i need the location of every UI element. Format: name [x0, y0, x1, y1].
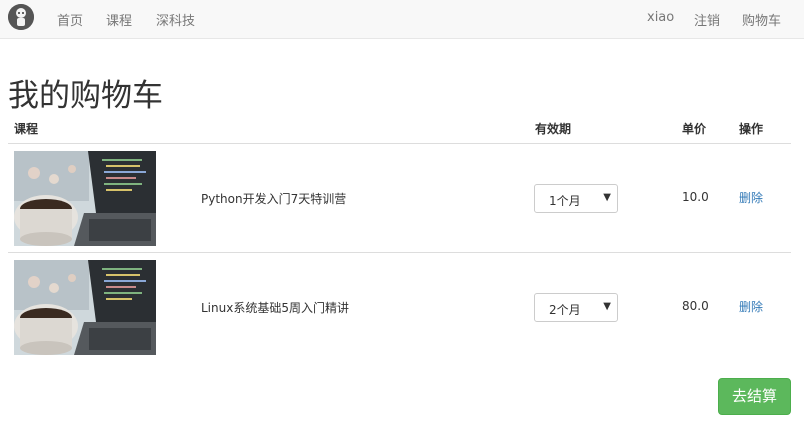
period-select-value: 1个月 [549, 194, 581, 208]
delete-link[interactable]: 删除 [739, 189, 763, 206]
nav-tech-link[interactable]: 深科技 [156, 10, 195, 29]
top-navbar: 首页 课程 深科技 xiao 注销 购物车 [0, 0, 804, 39]
checkout-button[interactable]: 去结算 [718, 378, 791, 415]
course-name: Python开发入门7天特训营 [201, 192, 347, 206]
price-value: 10.0 [682, 190, 709, 204]
course-name: Linux系统基础5周入门精讲 [201, 301, 349, 315]
course-thumbnail-image [14, 151, 156, 246]
nav-courses-link[interactable]: 课程 [106, 10, 132, 29]
header-period: 有效期 [535, 122, 572, 136]
dropdown-arrow-icon: ▼ [603, 192, 611, 203]
header-action: 操作 [739, 122, 764, 136]
nav-cart-link[interactable]: 购物车 [742, 10, 781, 29]
delete-link[interactable]: 删除 [739, 298, 763, 315]
period-select[interactable]: 1个月 ▼ [534, 184, 618, 213]
nav-logout-link[interactable]: 注销 [694, 10, 720, 29]
nav-home-link[interactable]: 首页 [57, 10, 83, 29]
header-price: 单价 [682, 122, 707, 136]
table-row: Python开发入门7天特训营 1个月 ▼ 10.0 删除 [0, 144, 804, 253]
header-course: 课程 [14, 122, 39, 136]
dropdown-arrow-icon: ▼ [603, 301, 611, 312]
table-row: Linux系统基础5周入门精讲 2个月 ▼ 80.0 删除 [0, 253, 804, 362]
period-select-value: 2个月 [549, 303, 581, 317]
price-value: 80.0 [682, 299, 709, 313]
page-title: 我的购物车 [8, 78, 163, 114]
course-thumbnail-image [14, 260, 156, 355]
nav-username-link[interactable]: xiao [647, 10, 674, 25]
site-logo-icon[interactable] [8, 4, 34, 30]
period-select[interactable]: 2个月 ▼ [534, 293, 618, 322]
